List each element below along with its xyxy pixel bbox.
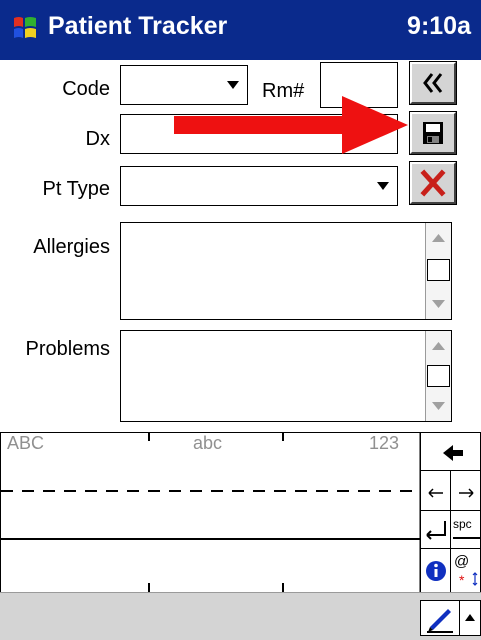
problems-scrollbar[interactable] [425, 331, 451, 421]
info-icon [426, 561, 446, 581]
cursor-left-key[interactable] [421, 471, 451, 511]
cursor-right-key[interactable] [451, 471, 481, 511]
space-key[interactable]: spc [451, 511, 481, 549]
keyboard-side-keys: spc @ * [420, 432, 481, 593]
pen-icon [427, 609, 453, 633]
dx-label: Dx [85, 128, 110, 150]
pt-type-label: Pt Type [42, 178, 110, 200]
delete-button[interactable] [409, 161, 457, 205]
clock[interactable]: 9:10a [407, 12, 471, 41]
scroll-thumb[interactable] [427, 259, 450, 281]
symbols-icon: * [459, 572, 478, 588]
chevron-up-icon [465, 614, 475, 621]
arrow-left-icon [428, 488, 443, 498]
input-method-button[interactable] [420, 600, 460, 636]
scroll-up-icon[interactable] [426, 223, 451, 253]
save-button[interactable] [409, 111, 457, 155]
problems-textarea[interactable] [120, 330, 452, 422]
title-bar: Patient Tracker 9:10a [0, 0, 481, 60]
enter-key[interactable] [421, 511, 451, 549]
back-button[interactable] [409, 61, 457, 105]
floppy-disk-icon [423, 122, 443, 144]
red-arrow-annotation [174, 96, 408, 154]
problems-label: Problems [25, 338, 110, 360]
allergies-scrollbar[interactable] [425, 223, 451, 319]
chevron-down-icon [227, 81, 239, 89]
arrow-right-icon [459, 488, 474, 498]
sip-menu-button[interactable] [460, 600, 481, 636]
symbols-key[interactable]: @ * [451, 549, 481, 593]
scroll-thumb[interactable] [427, 365, 450, 387]
scroll-down-icon[interactable] [426, 391, 451, 421]
windows-flag-icon[interactable] [10, 13, 40, 43]
handwriting-input-panel[interactable]: ABC abc 123 [0, 432, 421, 593]
scroll-up-icon[interactable] [426, 331, 451, 361]
red-x-icon [420, 169, 446, 197]
space-underline [453, 537, 480, 539]
backspace-arrow-icon [443, 445, 463, 461]
space-key-label: spc [453, 517, 472, 531]
double-chevron-left-icon [423, 73, 443, 93]
enter-icon [426, 521, 446, 540]
writing-guides [1, 433, 421, 593]
svg-text:*: * [459, 572, 465, 588]
backspace-key[interactable] [421, 433, 481, 471]
allergies-label: Allergies [33, 236, 110, 258]
code-label: Code [62, 78, 110, 100]
pt-type-dropdown[interactable] [120, 166, 398, 206]
allergies-textarea[interactable] [120, 222, 452, 320]
info-key[interactable] [421, 549, 451, 593]
menu-bar [0, 592, 481, 640]
scroll-down-icon[interactable] [426, 289, 451, 319]
chevron-down-icon [377, 182, 389, 190]
app-title: Patient Tracker [48, 12, 228, 40]
